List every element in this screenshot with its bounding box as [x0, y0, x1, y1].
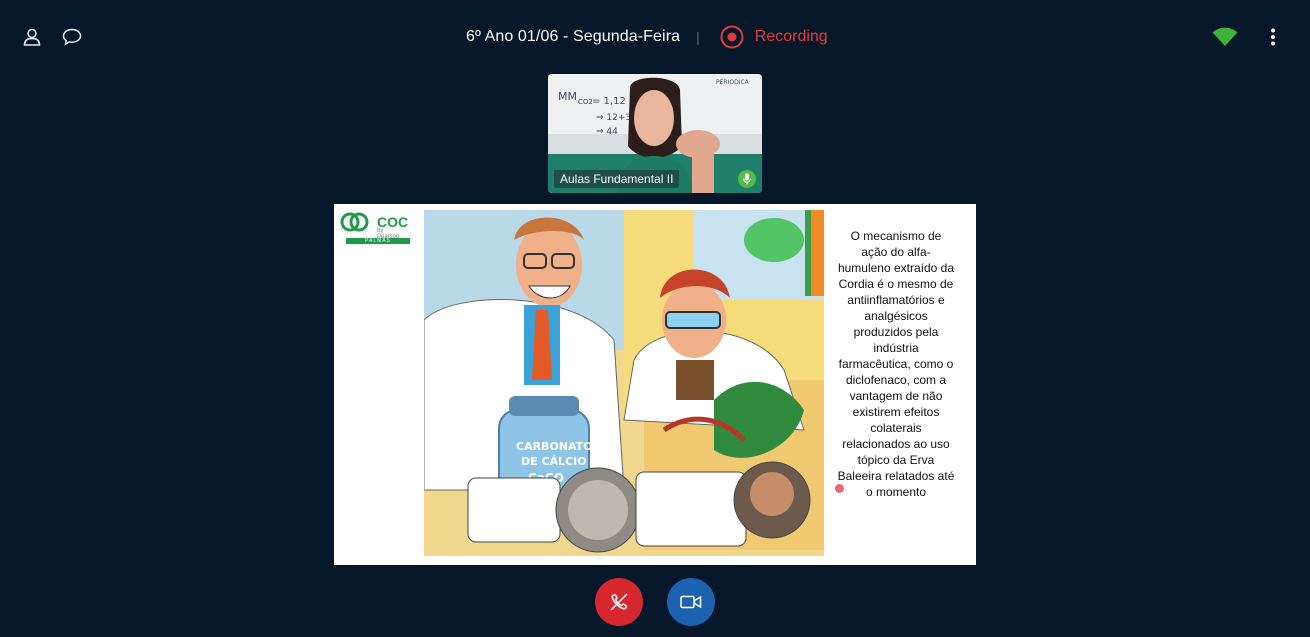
- svg-text:= 1,12: = 1,12: [592, 96, 626, 107]
- wifi-signal-icon: [1212, 27, 1238, 46]
- svg-text:MM: MM: [558, 90, 577, 103]
- chat-icon: [62, 28, 82, 46]
- svg-text:CO2: CO2: [578, 98, 593, 106]
- svg-text:⇒ 12+3: ⇒ 12+3: [596, 113, 631, 123]
- comic-illustration: CARBONATO DE CÁLCIO CaCO 3: [424, 210, 824, 556]
- svg-text:DE CÁLCIO: DE CÁLCIO: [521, 455, 587, 468]
- coc-logo: COC by Pearson PALMAS: [340, 210, 410, 244]
- slide-text: O mecanismo de ação do alfa-humuleno ext…: [837, 229, 955, 499]
- phone-hangup-icon: [610, 593, 628, 611]
- more-options-button[interactable]: [1262, 25, 1284, 49]
- meeting-header: 6º Ano 01/06 - Segunda-Feira | Recording: [466, 24, 828, 50]
- svg-text:PERIODICA: PERIODICA: [716, 79, 750, 86]
- meeting-title: 6º Ano 01/06 - Segunda-Feira: [466, 28, 681, 45]
- svg-text:⇒ 44: ⇒ 44: [596, 127, 618, 137]
- user-button[interactable]: [20, 25, 44, 49]
- recording-icon[interactable]: [720, 25, 744, 49]
- recording-label[interactable]: Recording: [755, 28, 828, 46]
- connection-status[interactable]: [1212, 25, 1238, 49]
- video-camera-icon: [680, 595, 702, 609]
- participant-name: Aulas Fundamental II: [554, 170, 680, 188]
- header-divider: |: [696, 29, 700, 45]
- user-icon: [23, 28, 41, 46]
- slide-side-stripe: [805, 210, 811, 296]
- end-call-button[interactable]: [595, 578, 643, 626]
- svg-text:CARBONATO: CARBONATO: [516, 440, 593, 453]
- chat-button[interactable]: [60, 25, 84, 49]
- video-button[interactable]: [667, 578, 715, 626]
- microphone-icon: [738, 170, 756, 188]
- more-vertical-icon: [1271, 28, 1275, 46]
- participant-video[interactable]: MM CO2 = 1,12 ⇒ 12+3 ⇒ 44 PERIODICA Aula…: [548, 74, 762, 193]
- top-bar: 6º Ano 01/06 - Segunda-Feira | Recording: [0, 0, 1310, 74]
- laser-pointer: [835, 484, 844, 493]
- presentation-slide[interactable]: COC by Pearson PALMAS CARBONATO DE CÁLCI…: [334, 204, 976, 565]
